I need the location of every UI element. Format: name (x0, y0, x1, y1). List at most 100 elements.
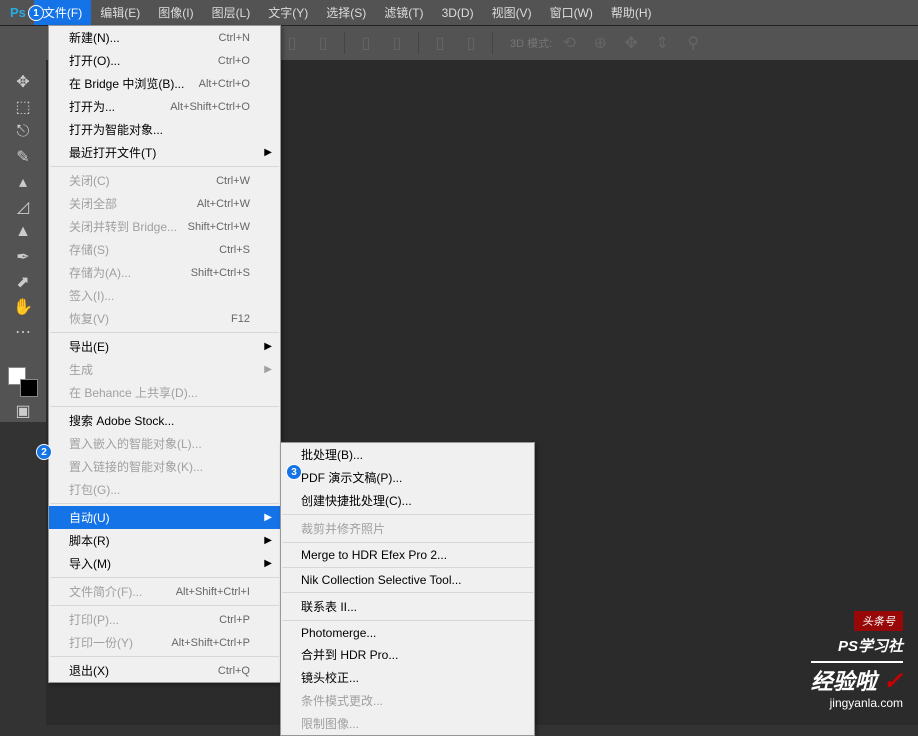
menu-item-label: 批处理(B)... (301, 446, 363, 463)
menu-shortcut: Ctrl+W (216, 175, 250, 187)
file-menu-item-5[interactable]: 最近打开文件(T) ▶ (49, 141, 280, 164)
watermark-top-prefix: 头条号 (862, 616, 895, 628)
menu-shortcut: Ctrl+S (219, 244, 250, 256)
3d-pan-icon[interactable]: ✥ (617, 29, 645, 57)
file-menu-item-16: 生成▶ (49, 358, 280, 381)
auto-submenu-item-12[interactable]: Photomerge... (281, 623, 534, 643)
menubar-item-9[interactable]: 窗口(W) (541, 0, 602, 25)
menu-item-label: 打开(O)... (69, 52, 120, 69)
path-selection-icon[interactable]: ✒ (9, 245, 37, 268)
menu-item-label: Nik Collection Selective Tool... (301, 573, 462, 587)
menu-item-label: 存储(S) (69, 241, 109, 258)
3d-zoom-icon[interactable]: ⚲ (679, 29, 707, 57)
distribute-spacing-v-icon[interactable]: ▯ (457, 29, 485, 57)
distribute-v-icon[interactable]: ▯ (383, 29, 411, 57)
menu-separator (282, 592, 533, 593)
menu-item-label: 打开为... (69, 98, 115, 115)
menu-shortcut: Alt+Ctrl+W (197, 198, 250, 210)
file-menu-item-19[interactable]: 搜索 Adobe Stock... (49, 409, 280, 432)
auto-submenu-item-0[interactable]: 批处理(B)... (281, 443, 534, 466)
auto-submenu-item-2[interactable]: 创建快捷批处理(C)... (281, 489, 534, 512)
submenu-arrow-icon: ▶ (264, 535, 272, 546)
pen-tool-icon[interactable]: ▲ (9, 220, 37, 243)
file-menu-item-12: 签入(I)... (49, 284, 280, 307)
submenu-arrow-icon: ▶ (264, 558, 272, 569)
menu-item-label: 在 Bridge 中浏览(B)... (69, 75, 184, 92)
menu-item-label: 最近打开文件(T) (69, 144, 156, 161)
file-menu-item-1[interactable]: 打开(O)... Ctrl+O (49, 49, 280, 72)
eraser-tool-icon[interactable]: ◿ (9, 195, 37, 218)
menu-shortcut: Ctrl+P (219, 614, 250, 626)
menubar-item-3[interactable]: 图层(L) (203, 0, 260, 25)
marquee-tool-icon[interactable]: ⬚ (9, 95, 37, 118)
menubar-item-8[interactable]: 视图(V) (483, 0, 541, 25)
auto-submenu-item-13[interactable]: 合并到 HDR Pro... (281, 643, 534, 666)
distribute-spacing-h-icon[interactable]: ▯ (426, 29, 454, 57)
file-menu-item-15[interactable]: 导出(E)▶ (49, 335, 280, 358)
align-center-v-icon[interactable]: ▯ (278, 29, 306, 57)
file-menu-item-26[interactable]: 导入(M) ▶ (49, 552, 280, 575)
menu-separator (282, 514, 533, 515)
arrow-select-icon[interactable]: ⬈ (9, 270, 37, 293)
file-menu-dropdown: 新建(N)... Ctrl+N 打开(O)... Ctrl+O 在 Bridge 中浏览… (48, 25, 281, 683)
menu-separator (282, 542, 533, 543)
3d-roll-icon[interactable]: ⊕ (586, 29, 614, 57)
menu-separator (50, 605, 279, 606)
auto-submenu-item-10[interactable]: 联系表 II... (281, 595, 534, 618)
auto-submenu-item-16: 限制图像... (281, 712, 534, 735)
menubar-item-7[interactable]: 3D(D) (433, 0, 483, 25)
brush-tool-icon[interactable]: ▴ (9, 170, 37, 193)
menu-item-label: 导入(M) (69, 555, 111, 572)
more-tools-icon[interactable]: ⋯ (9, 320, 37, 343)
file-menu-item-0[interactable]: 新建(N)... Ctrl+N (49, 26, 280, 49)
align-bottom-icon[interactable]: ▯ (309, 29, 337, 57)
menubar-item-1[interactable]: 编辑(E) (91, 0, 149, 25)
auto-submenu-item-8[interactable]: Nik Collection Selective Tool... (281, 570, 534, 590)
auto-submenu-item-1[interactable]: PDF 演示文稿(P)... (281, 466, 534, 489)
menu-item-label: 退出(X) (69, 662, 109, 679)
step-badge-1: 1 (28, 5, 44, 21)
auto-submenu-item-6[interactable]: Merge to HDR Efex Pro 2... (281, 545, 534, 565)
hand-tool-icon[interactable]: ✋ (9, 295, 37, 318)
move-tool-icon[interactable]: ✥ (9, 70, 37, 93)
menu-shortcut: F12 (231, 313, 250, 325)
menu-shortcut: Alt+Ctrl+O (199, 78, 250, 90)
auto-submenu-item-14[interactable]: 镜头校正... (281, 666, 534, 689)
menu-shortcut: Alt+Shift+Ctrl+O (170, 101, 250, 113)
file-menu-item-2[interactable]: 在 Bridge 中浏览(B)... Alt+Ctrl+O (49, 72, 280, 95)
3d-slide-icon[interactable]: ⇕ (648, 29, 676, 57)
menu-separator (282, 620, 533, 621)
menu-item-label: 条件模式更改... (301, 692, 383, 709)
menubar-item-2[interactable]: 图像(I) (149, 0, 202, 25)
menubar-item-6[interactable]: 滤镜(T) (375, 0, 432, 25)
menubar-item-10[interactable]: 帮助(H) (602, 0, 661, 25)
foreground-bg-colors[interactable] (8, 367, 38, 397)
eyedropper-tool-icon[interactable]: ✎ (9, 145, 37, 168)
menu-item-label: 创建快捷批处理(C)... (301, 492, 412, 509)
menu-item-label: 联系表 II... (301, 598, 357, 615)
menubar-item-4[interactable]: 文字(Y) (259, 0, 317, 25)
file-menu-item-3[interactable]: 打开为... Alt+Shift+Ctrl+O (49, 95, 280, 118)
menu-separator (50, 503, 279, 504)
submenu-arrow-icon: ▶ (264, 147, 272, 158)
menu-item-label: 打开为智能对象... (69, 121, 163, 138)
file-menu-item-25[interactable]: 脚本(R)▶ (49, 529, 280, 552)
3d-orbit-icon[interactable]: ⟲ (555, 29, 583, 57)
file-menu-item-24[interactable]: 自动(U)▶ (49, 506, 280, 529)
menu-item-label: 在 Behance 上共享(D)... (69, 384, 198, 401)
menu-item-label: 打印一份(Y) (69, 634, 133, 651)
menu-item-label: 新建(N)... (69, 29, 120, 46)
menu-shortcut: Shift+Ctrl+W (188, 221, 250, 233)
menu-separator (50, 332, 279, 333)
menu-item-label: 搜索 Adobe Stock... (69, 412, 174, 429)
crop-tool-icon[interactable]: ⎋ (9, 120, 37, 143)
menu-shortcut: Ctrl+N (219, 32, 250, 44)
file-menu-item-4[interactable]: 打开为智能对象... (49, 118, 280, 141)
file-menu-item-33[interactable]: 退出(X)Ctrl+Q (49, 659, 280, 682)
distribute-h-icon[interactable]: ▯ (352, 29, 380, 57)
quick-mask-icon[interactable]: ▣ (9, 399, 37, 422)
menu-item-label: 关闭全部 (69, 195, 117, 212)
menubar-item-5[interactable]: 选择(S) (317, 0, 375, 25)
menu-shortcut: Ctrl+O (218, 55, 250, 67)
menu-item-label: 关闭并转到 Bridge... (69, 218, 177, 235)
